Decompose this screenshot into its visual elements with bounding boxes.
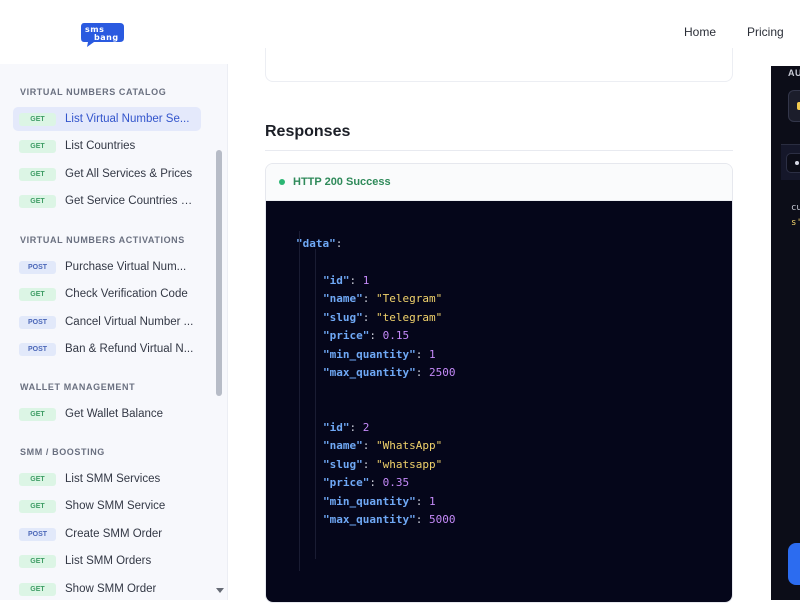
sidebar-item-create-smm-order[interactable]: POST Create SMM Order [13, 522, 201, 546]
scroll-down-arrow-icon[interactable] [216, 588, 224, 593]
method-badge: GET [19, 194, 56, 208]
method-badge: GET [19, 112, 56, 126]
section-title-activations: VIRTUAL NUMBERS ACTIVATIONS [20, 235, 185, 245]
code-value: 0.35 [382, 476, 410, 489]
svg-text:bang: bang [94, 33, 119, 42]
sidebar-item-show-smm-order[interactable]: GET Show SMM Order [13, 577, 201, 600]
sidebar-item-get-service-countries[interactable]: GET Get Service Countries &... [13, 189, 201, 213]
method-badge: GET [19, 472, 56, 486]
sidebar: VIRTUAL NUMBERS CATALOG GET List Virtual… [0, 64, 228, 600]
sidebar-item-list-countries[interactable]: GET List Countries [13, 134, 201, 158]
indent-guide [315, 249, 316, 559]
code-value: 2500 [428, 366, 456, 379]
method-badge: GET [19, 582, 56, 596]
sidebar-item-label: Check Verification Code [65, 288, 188, 300]
sidebar-item-list-smm-services[interactable]: GET List SMM Services [13, 467, 201, 491]
method-badge: POST [19, 260, 56, 274]
code-value: 5000 [428, 513, 456, 526]
language-tabs [781, 144, 800, 180]
sidebar-item-label: Cancel Virtual Number ... [65, 316, 194, 328]
previous-section-card [265, 48, 733, 82]
sidebar-item-label: Create SMM Order [65, 528, 163, 540]
nav-pricing[interactable]: Pricing [747, 25, 784, 39]
method-badge: GET [19, 554, 56, 568]
method-badge: GET [19, 167, 56, 181]
auth-key-box[interactable] [788, 90, 800, 122]
sidebar-item-label: List Countries [65, 140, 136, 152]
code-line: "price": 0.35 [323, 476, 410, 489]
code-line: "slug": "telegram" [323, 311, 443, 324]
code-line: "name": "Telegram" [323, 292, 443, 305]
method-badge: GET [19, 407, 56, 421]
code-value: "WhatsApp" [376, 439, 443, 452]
sidebar-item-label: List SMM Services [65, 473, 161, 485]
divider [265, 150, 733, 151]
section-title-catalog: VIRTUAL NUMBERS CATALOG [20, 87, 167, 97]
request-code-line: s' [791, 218, 800, 228]
request-code-line: cu [791, 203, 800, 213]
code-line: "min_quantity": 1 [323, 495, 436, 508]
sidebar-scrollbar[interactable] [216, 80, 222, 600]
sidebar-scrollbar-thumb[interactable] [216, 150, 222, 396]
code-value: 1 [362, 274, 370, 287]
sidebar-item-list-smm-orders[interactable]: GET List SMM Orders [13, 549, 201, 573]
sidebar-item-cancel-virtual-number[interactable]: POST Cancel Virtual Number ... [13, 310, 201, 334]
code-line-data: "data": [296, 237, 349, 250]
code-value: 1 [428, 495, 436, 508]
section-title-wallet: WALLET MANAGEMENT [20, 382, 136, 392]
sidebar-item-ban-refund-virtual-number[interactable]: POST Ban & Refund Virtual N... [13, 337, 201, 361]
sidebar-item-check-verification-code[interactable]: GET Check Verification Code [13, 282, 201, 306]
method-badge: GET [19, 287, 56, 301]
method-badge: GET [19, 139, 56, 153]
sidebar-item-label: Ban & Refund Virtual N... [65, 343, 194, 355]
tab-icon [795, 161, 799, 165]
sidebar-item-label: Get Service Countries &... [65, 195, 197, 207]
code-line: "id": 2 [323, 421, 370, 434]
send-request-button[interactable] [788, 543, 800, 585]
request-code-panel: AU cu s' [771, 66, 800, 600]
code-value: "telegram" [376, 311, 443, 324]
nav-home[interactable]: Home [684, 25, 716, 39]
sidebar-item-label: Get All Services & Prices [65, 168, 193, 180]
code-line: "name": "WhatsApp" [323, 439, 443, 452]
method-badge: POST [19, 527, 56, 541]
code-line: "max_quantity": 2500 [323, 366, 456, 379]
sidebar-item-label: List Virtual Number Se... [65, 113, 190, 125]
language-tab[interactable] [786, 153, 800, 173]
sidebar-item-label: Purchase Virtual Num... [65, 261, 187, 273]
code-line: "min_quantity": 1 [323, 348, 436, 361]
code-value: "Telegram" [376, 292, 443, 305]
sidebar-item-show-smm-service[interactable]: GET Show SMM Service [13, 494, 201, 518]
sidebar-item-list-virtual-number-services[interactable]: GET List Virtual Number Se... [13, 107, 201, 131]
response-card: HTTP 200 Success "data": "id": 1 "name":… [265, 163, 733, 603]
code-key: "data" [296, 237, 336, 250]
responses-heading: Responses [265, 123, 351, 140]
sidebar-item-purchase-virtual-number[interactable]: POST Purchase Virtual Num... [13, 255, 201, 279]
code-line: "price": 0.15 [323, 329, 410, 342]
panel-label: AU [788, 68, 800, 78]
code-value: 2 [362, 421, 370, 434]
method-badge: POST [19, 342, 56, 356]
sidebar-item-get-all-services[interactable]: GET Get All Services & Prices [13, 162, 201, 186]
code-line: "id": 1 [323, 274, 370, 287]
success-dot-icon [279, 179, 285, 185]
status-label: HTTP 200 Success [293, 176, 391, 188]
code-line: "max_quantity": 5000 [323, 513, 456, 526]
method-badge: GET [19, 499, 56, 513]
code-line: "slug": "whatsapp" [323, 458, 443, 471]
sidebar-item-get-wallet-balance[interactable]: GET Get Wallet Balance [13, 402, 201, 426]
code-value: 0.15 [382, 329, 410, 342]
sidebar-item-label: Show SMM Order [65, 583, 157, 595]
indent-guide [299, 231, 300, 571]
sidebar-item-label: Get Wallet Balance [65, 408, 164, 420]
sidebar-item-label: List SMM Orders [65, 555, 152, 567]
sidebar-item-label: Show SMM Service [65, 500, 166, 512]
section-title-smm: SMM / BOOSTING [20, 447, 105, 457]
method-badge: POST [19, 315, 56, 329]
code-value: "whatsapp" [376, 458, 443, 471]
response-header[interactable]: HTTP 200 Success [266, 164, 732, 201]
response-code-block[interactable]: "data": "id": 1 "name": "Telegram" "slug… [266, 201, 732, 602]
code-value: 1 [428, 348, 436, 361]
sms-bang-logo[interactable]: sms bang [80, 20, 126, 48]
